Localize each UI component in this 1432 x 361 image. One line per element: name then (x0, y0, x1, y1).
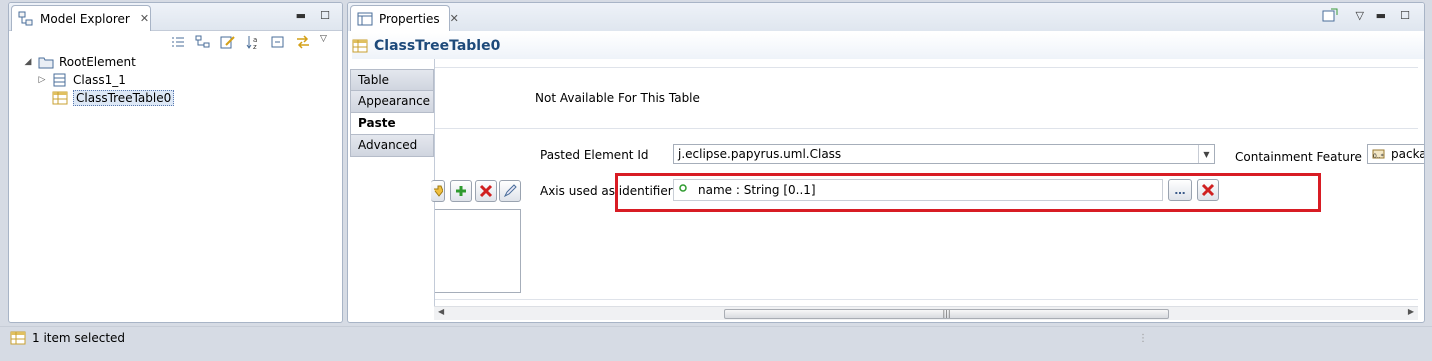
divider (435, 67, 1418, 68)
properties-tab-label: Properties (379, 11, 440, 26)
tab-table[interactable]: Table (350, 69, 434, 91)
model-folder-icon (38, 55, 54, 69)
scroll-right-icon[interactable]: ▶ (1408, 307, 1414, 316)
tree-view-icon[interactable] (195, 34, 211, 50)
browse-button[interactable]: … (1168, 179, 1192, 201)
model-explorer-view: Model Explorer ✕ ▬ ☐ az ▽ ◢ RootElement … (8, 2, 343, 323)
svg-text:z: z (253, 43, 257, 50)
horizontal-scrollbar[interactable]: ◀ ||| ▶ (434, 306, 1418, 320)
close-icon[interactable]: ✕ (450, 12, 459, 25)
link-with-editor-icon[interactable] (295, 34, 311, 50)
properties-icon (357, 11, 373, 27)
tree-item-label: RootElement (59, 55, 136, 69)
package-icon: 0..* (1372, 146, 1388, 162)
divider (435, 128, 1418, 129)
view-menu-icon[interactable]: ▽ (320, 34, 336, 50)
status-bar: 1 item selected ⋮ (0, 326, 1432, 361)
move-down-button[interactable] (431, 180, 445, 202)
status-area: 1 item selected (10, 331, 125, 345)
model-tree: ◢ RootElement ▷ Class1_1 ClassTreeTable0 (23, 53, 175, 107)
collapse-all-icon[interactable] (270, 34, 286, 50)
pasted-element-id-combo[interactable]: j.eclipse.papyrus.uml.Class ▼ (673, 144, 1215, 164)
not-available-text: Not Available For This Table (535, 91, 700, 105)
status-separator: ⋮ (1138, 333, 1148, 344)
list-view-icon[interactable] (170, 34, 186, 50)
remove-button[interactable] (475, 180, 497, 202)
axis-identifier-value: name : String [0..1] (698, 183, 816, 197)
tree-item-root[interactable]: ◢ RootElement (23, 53, 174, 71)
containment-feature-label: Containment Feature (1235, 150, 1362, 164)
sort-alpha-icon[interactable]: az (245, 34, 261, 51)
tab-advanced[interactable]: Advanced (350, 135, 434, 157)
scroll-left-icon[interactable]: ◀ (438, 307, 444, 316)
table-icon (52, 91, 68, 105)
containment-feature-field[interactable]: 0..* packa (1367, 144, 1425, 164)
properties-tabbar: Properties ✕ ▽ ▬ ☐ (348, 3, 1424, 31)
model-explorer-icon (18, 11, 34, 27)
properties-title-bar: ClassTreeTable0 (352, 33, 1424, 59)
tree-item-label: Class1_1 (73, 73, 126, 87)
property-icon (678, 182, 692, 198)
unset-button[interactable] (1197, 179, 1219, 201)
model-explorer-tab-label: Model Explorer (40, 11, 130, 26)
values-list[interactable] (435, 209, 521, 293)
maximize-icon[interactable]: ☐ (1400, 9, 1410, 22)
tab-appearance[interactable]: Appearance (350, 91, 434, 113)
maximize-icon[interactable]: ☐ (320, 9, 330, 22)
pin-view-icon[interactable] (1322, 8, 1338, 25)
properties-view: Properties ✕ ▽ ▬ ☐ ClassTreeTable0 Table… (347, 2, 1425, 323)
edit-button[interactable] (499, 180, 521, 202)
collapsed-icon[interactable]: ▷ (37, 75, 47, 85)
minimize-icon[interactable]: ▬ (1376, 9, 1386, 22)
tree-item-label: ClassTreeTable0 (73, 90, 175, 106)
tree-item-table[interactable]: ClassTreeTable0 (23, 89, 175, 107)
properties-side-tabs: Table Appearance Paste Advanced (350, 69, 434, 157)
axis-identifier-field[interactable]: name : String [0..1] (673, 179, 1163, 201)
divider (435, 299, 1418, 300)
table-icon (10, 331, 26, 345)
table-icon (352, 39, 368, 53)
view-menu-icon[interactable]: ▽ (1356, 9, 1364, 22)
browse-glyph: … (1174, 183, 1186, 197)
class-icon (52, 73, 68, 87)
chevron-down-icon[interactable]: ▼ (1198, 145, 1214, 163)
properties-tab[interactable]: Properties ✕ (350, 5, 459, 31)
svg-text:0..*: 0..* (1373, 153, 1384, 160)
tree-item-class[interactable]: ▷ Class1_1 (23, 71, 174, 89)
model-explorer-tab[interactable]: Model Explorer ✕ (11, 5, 151, 31)
expanded-icon[interactable]: ◢ (23, 57, 33, 67)
status-text: 1 item selected (32, 331, 126, 345)
edit-filter-icon[interactable] (220, 34, 236, 50)
close-icon[interactable]: ✕ (140, 12, 149, 25)
pasted-element-id-label: Pasted Element Id (540, 148, 649, 162)
add-button[interactable] (450, 180, 472, 202)
pasted-element-id-value: j.eclipse.papyrus.uml.Class (678, 147, 842, 161)
model-explorer-tabbar: Model Explorer ✕ ▬ ☐ (9, 3, 342, 31)
containment-feature-value: packa (1391, 147, 1425, 161)
tab-paste[interactable]: Paste (350, 113, 434, 135)
paste-section: Not Available For This Table Pasted Elem… (431, 59, 1424, 306)
model-explorer-toolbar: az ▽ (170, 34, 336, 51)
page-title: ClassTreeTable0 (374, 38, 501, 54)
minimize-icon[interactable]: ▬ (296, 9, 306, 22)
axis-identifier-label: Axis used as identifier (540, 184, 673, 198)
scrollbar-thumb[interactable]: ||| (724, 309, 1169, 319)
